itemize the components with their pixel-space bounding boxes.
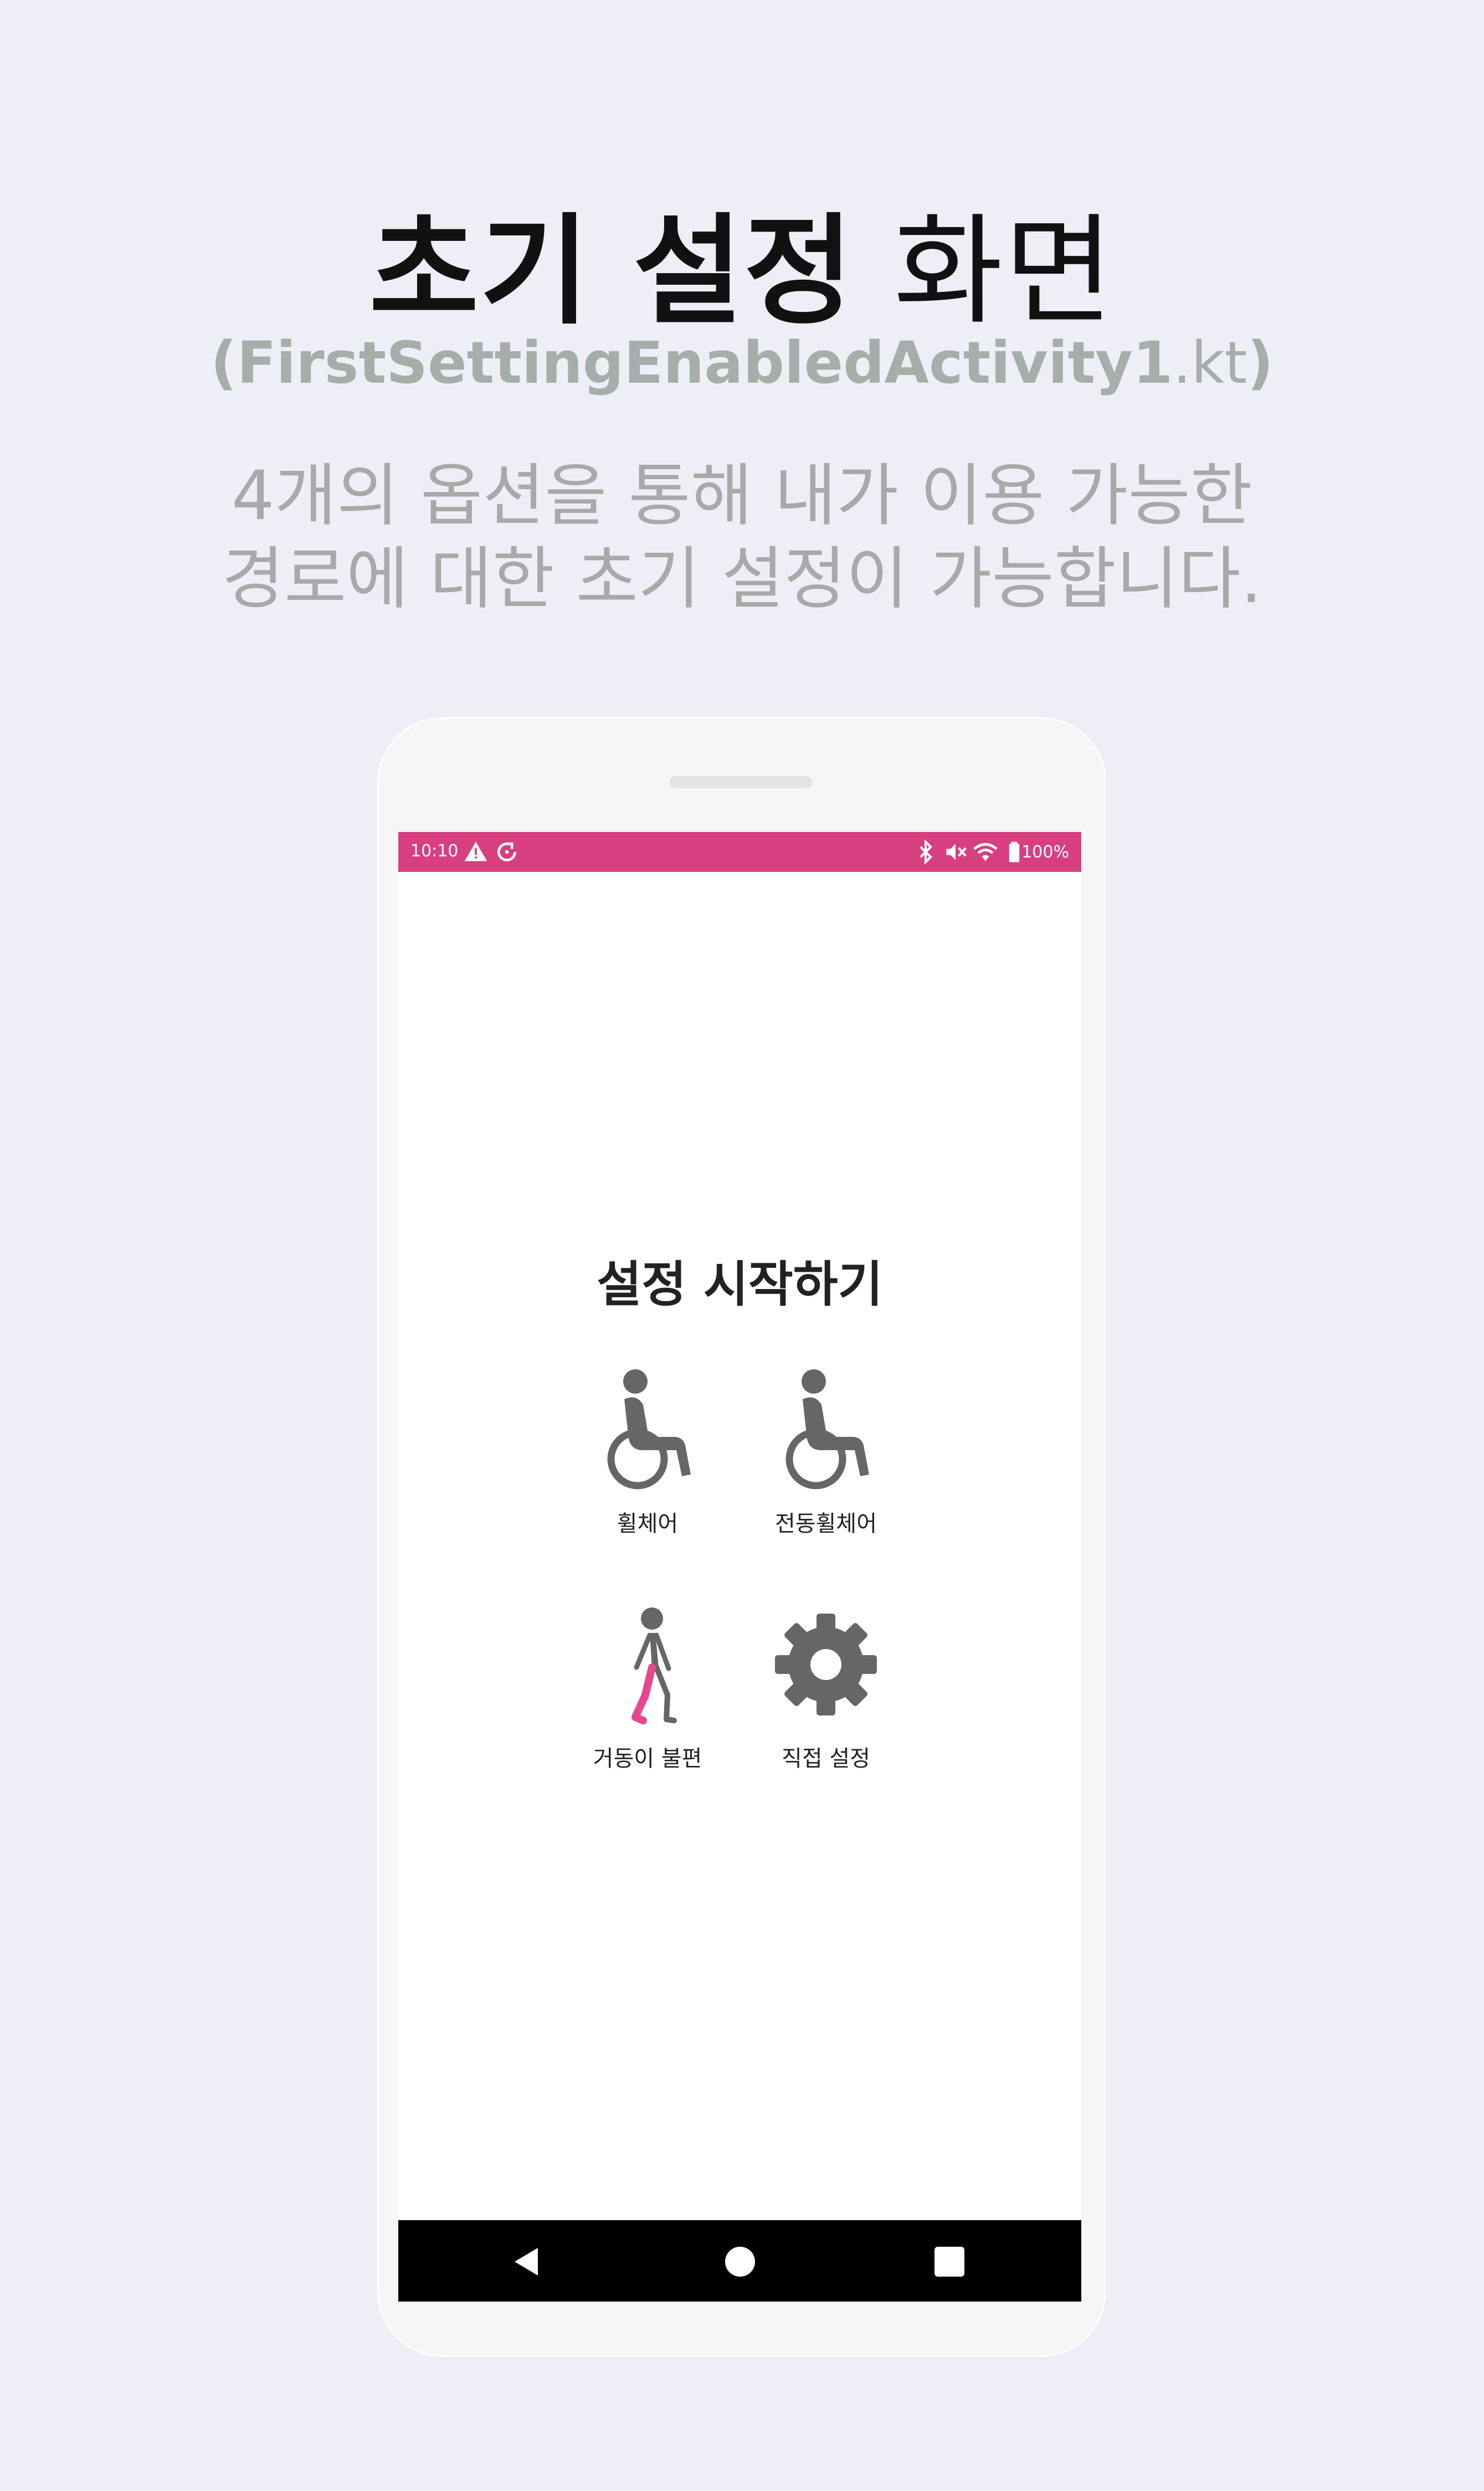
warning-icon bbox=[464, 841, 487, 861]
status-time: 10:10 bbox=[410, 841, 459, 861]
gear-icon bbox=[775, 1614, 877, 1716]
option-label: 휠체어 bbox=[617, 1511, 679, 1537]
subtitle-activity-name: (FirstSettingEnabledActivity1 bbox=[210, 329, 1173, 397]
recents-icon[interactable] bbox=[925, 2237, 974, 2287]
battery-percent: 100% bbox=[1021, 843, 1069, 862]
wifi-icon bbox=[973, 843, 998, 861]
option-electric-wheelchair[interactable]: 전동휠체어 bbox=[732, 1365, 920, 1553]
phone-screen: 10:10 100% 설정 시작하기 휠체어 전동휠체어 거동이 불편 직접 설… bbox=[398, 832, 1081, 2302]
setup-title: 설정 시작하기 bbox=[597, 1256, 883, 1313]
option-walking-impaired[interactable]: 거동이 불편 bbox=[553, 1606, 742, 1795]
description-line-1: 4개의 옵션을 통해 내가 이용 가능한 bbox=[232, 456, 1252, 535]
subtitle-extension: .kt bbox=[1173, 329, 1247, 397]
phone-speaker bbox=[669, 776, 812, 788]
page-description: 4개의 옵션을 통해 내가 이용 가능한 경로에 대한 초기 설정이 가능합니다… bbox=[0, 454, 1484, 620]
option-wheelchair[interactable]: 휠체어 bbox=[553, 1365, 742, 1553]
bluetooth-icon bbox=[920, 840, 933, 864]
option-label: 전동휠체어 bbox=[775, 1511, 877, 1537]
electric-wheelchair-icon bbox=[785, 1369, 869, 1490]
walking-impaired-icon bbox=[631, 1607, 677, 1724]
option-label: 거동이 불편 bbox=[593, 1746, 702, 1771]
page-title-bold: 초기 설정 bbox=[369, 202, 855, 341]
option-label: 직접 설정 bbox=[782, 1746, 870, 1771]
status-bar: 10:10 100% bbox=[398, 832, 1081, 872]
description-line-2: 경로에 대한 초기 설정이 가능합니다. bbox=[222, 540, 1262, 618]
subtitle-close-paren: ) bbox=[1247, 329, 1274, 397]
option-manual-setting[interactable]: 직접 설정 bbox=[732, 1606, 920, 1795]
back-icon[interactable] bbox=[501, 2237, 551, 2287]
page-title: 초기 설정 화면 bbox=[0, 205, 1484, 338]
mute-icon bbox=[946, 844, 967, 860]
nav-bar bbox=[398, 2220, 1081, 2302]
sync-icon bbox=[497, 843, 516, 861]
home-icon[interactable] bbox=[715, 2237, 765, 2287]
wheelchair-icon bbox=[607, 1369, 691, 1490]
page-subtitle: (FirstSettingEnabledActivity1.kt) bbox=[0, 327, 1484, 399]
page-title-normal: 화면 bbox=[893, 202, 1115, 341]
